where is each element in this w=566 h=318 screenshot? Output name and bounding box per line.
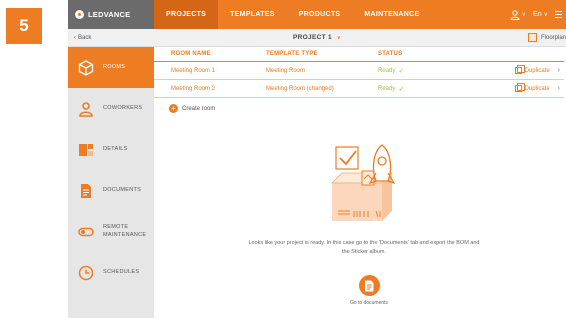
language-label: En [533,11,542,18]
checkmark-icon: ✓ [398,85,405,93]
hamburger-menu-icon[interactable] [555,10,562,19]
column-header-status[interactable]: STATUS [378,51,498,57]
project-ready-illustration [331,144,396,221]
sidebar-item-rooms[interactable]: ROOMS [68,47,154,88]
toggle-icon [77,223,95,241]
checkmark-icon: ✓ [398,67,405,75]
details-icon [77,141,95,159]
status-cell: Ready ✓ [378,67,498,75]
chevron-right-icon[interactable]: › [558,85,560,92]
document-icon [358,275,380,296]
cube-icon [77,59,95,77]
sidebar: ROOMS COWORKERS DETAILS DOCUMENTS REMOTE… [68,47,154,318]
chevron-down-icon: ∨ [336,35,341,41]
top-right-controls: ∨ En ∨ [510,0,566,29]
sidebar-item-coworkers[interactable]: COWORKERS [68,88,154,129]
floorplan-button[interactable]: Floorplan [527,33,566,42]
rooms-table: ROOM NAME TEMPLATE TYPE STATUS Meeting R… [154,47,564,98]
duplicate-icon [514,83,525,92]
tab-products[interactable]: PRODUCTS [287,0,353,29]
duplicate-icon [514,65,525,74]
project-selector[interactable]: PROJECT 1 ∨ [293,34,341,41]
sidebar-item-documents[interactable]: DOCUMENTS [68,170,154,211]
project-title: PROJECT 1 [293,34,332,41]
logo-icon [75,10,84,19]
tab-projects[interactable]: PROJECTS [154,0,219,29]
status-cell: Ready ✓ [378,85,498,93]
duplicate-button[interactable]: Duplicate › [498,65,564,74]
user-icon [510,9,520,20]
chevron-left-icon: ‹ [74,34,76,41]
app-window: LEDVANCE PROJECTS TEMPLATES PRODUCTS MAI… [68,0,566,318]
create-room-button[interactable]: + Create room [154,104,566,113]
status-badge: Ready [378,67,396,74]
step-number-badge: 5 [6,8,42,44]
sidebar-item-label: DETAILS [103,145,128,152]
table-header: ROOM NAME TEMPLATE TYPE STATUS [154,47,564,62]
plus-icon: + [169,104,178,113]
chevron-down-icon: ∨ [521,12,527,18]
main-content: ROOM NAME TEMPLATE TYPE STATUS Meeting R… [154,47,566,318]
screenshot-frame: 5 LEDVANCE PROJECTS TEMPLATES PRODUCTS M… [0,0,566,318]
tab-maintenance[interactable]: MAINTENANCE [352,0,431,29]
floorplan-icon [527,33,537,42]
sidebar-item-schedules[interactable]: SCHEDULES [68,252,154,293]
sidebar-item-label: COWORKERS [103,104,143,111]
sidebar-item-details[interactable]: DETAILS [68,129,154,170]
create-room-label: Create room [182,105,216,112]
sidebar-item-label: SCHEDULES [103,268,140,275]
floorplan-label: Floorplan [540,34,566,41]
back-button[interactable]: ‹ Back [68,35,91,41]
tab-templates[interactable]: TEMPLATES [218,0,287,29]
go-to-documents-label: Go to documents [349,300,389,306]
room-name-cell[interactable]: Meeting Room 1 [154,68,266,74]
duplicate-button[interactable]: Duplicate › [498,83,564,92]
user-icon [77,100,95,118]
chevron-right-icon[interactable]: › [558,67,560,74]
sidebar-item-label: ROOMS [103,63,126,70]
sidebar-item-remote-maintenance[interactable]: REMOTE MAINTENANCE [68,211,154,252]
document-icon [77,182,95,200]
status-badge: Ready [378,85,396,92]
sidebar-item-label: REMOTE MAINTENANCE [103,224,147,238]
go-to-documents-button[interactable]: Go to documents [339,275,399,306]
empty-state-message: Looks like your project is ready. In thi… [248,240,480,255]
duplicate-label: Duplicate [524,85,550,92]
template-type-cell: Meeting Room [266,67,306,74]
project-subbar: ‹ Back PROJECT 1 ∨ Floorplan [68,29,566,47]
back-label: Back [78,34,92,41]
language-select[interactable]: En ∨ [533,11,548,18]
brand-logo[interactable]: LEDVANCE [68,0,154,29]
user-menu[interactable]: ∨ [510,9,527,20]
table-row[interactable]: Meeting Room 1 Meeting Room Ready ✓ Dupl… [154,62,564,80]
column-header-room-name[interactable]: ROOM NAME [154,51,266,57]
schedule-icon [77,264,95,282]
template-type-cell: Meeting Room (changed) [266,85,334,92]
column-header-template-type[interactable]: TEMPLATE TYPE [266,51,378,57]
brand-name: LEDVANCE [88,10,131,19]
sidebar-item-label: DOCUMENTS [103,186,142,193]
top-navigation-bar: LEDVANCE PROJECTS TEMPLATES PRODUCTS MAI… [68,0,566,29]
room-name-cell[interactable]: Meeting Room 2 [154,86,266,92]
chevron-down-icon: ∨ [543,12,548,18]
table-row[interactable]: Meeting Room 2 Meeting Room (changed) Re… [154,80,564,98]
duplicate-label: Duplicate [524,67,550,74]
